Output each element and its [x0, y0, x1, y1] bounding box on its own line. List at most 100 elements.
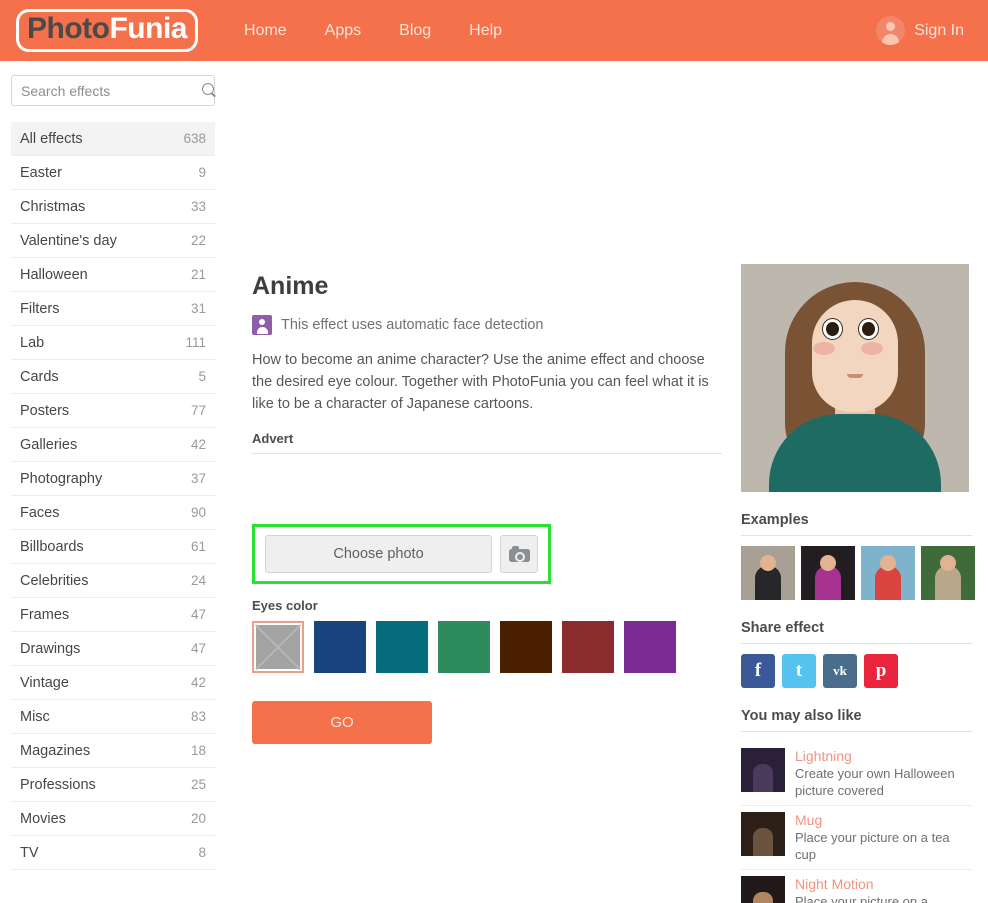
sidebar-item-count: 22	[190, 233, 206, 248]
eyes-color-none[interactable]	[252, 621, 304, 673]
eyes-color-label: Eyes color	[252, 598, 318, 613]
eyes-color-teal[interactable]	[376, 621, 428, 673]
sidebar-item-valentine-s-day[interactable]: Valentine's day 22	[11, 224, 215, 258]
nav-item-apps[interactable]: Apps	[325, 0, 361, 61]
recommendation-thumbnail	[741, 748, 785, 792]
sidebar-item-lab[interactable]: Lab 111	[11, 326, 215, 360]
sidebar-item-filters[interactable]: Filters 31	[11, 292, 215, 326]
swatch-fill	[256, 625, 300, 669]
sidebar-item-count: 37	[190, 471, 206, 486]
recommendation-description: Create your own Halloween picture covere…	[795, 766, 955, 798]
recommendation-item[interactable]: Lightning Create your own Halloween pictu…	[741, 742, 972, 806]
example-thumbnail[interactable]	[921, 546, 975, 600]
twitter-icon[interactable]: t	[782, 654, 816, 688]
swatch-fill	[438, 621, 490, 673]
sign-in-label: Sign In	[914, 21, 964, 39]
eyes-color-swatches	[252, 621, 727, 673]
recommendation-description: Place your picture on a tea cup	[795, 830, 950, 862]
recommendation-item[interactable]: Night MotionPlace your picture on a bill…	[741, 870, 972, 903]
recommendation-title[interactable]: Lightning	[795, 748, 972, 765]
sidebar-item-label: Professions	[20, 776, 96, 793]
right-sidebar: Examples Share effect f t vk p You may also…	[741, 61, 988, 903]
eyes-color-dark-red[interactable]	[562, 621, 614, 673]
sign-in-button[interactable]: Sign In	[876, 16, 964, 45]
sidebar-item-halloween[interactable]: Halloween 21	[11, 258, 215, 292]
sidebar-item-vintage[interactable]: Vintage 42	[11, 666, 215, 700]
nav-item-blog[interactable]: Blog	[399, 0, 431, 61]
sidebar-item-count: 42	[190, 437, 206, 452]
choose-photo-button[interactable]: Choose photo	[265, 535, 492, 573]
sidebar-item-tv[interactable]: TV 8	[11, 836, 215, 870]
sidebar-item-label: Magazines	[20, 742, 91, 759]
sidebar-item-count: 111	[185, 335, 206, 350]
sidebar-item-label: Movies	[20, 810, 66, 827]
nav-item-help[interactable]: Help	[469, 0, 502, 61]
sidebar-item-movies[interactable]: Movies 20	[11, 802, 215, 836]
page-body: All effects 638 Easter 9 Christmas 33 Valentin…	[0, 61, 988, 903]
eyes-color-purple[interactable]	[624, 621, 676, 673]
sidebar-item-billboards[interactable]: Billboards 61	[11, 530, 215, 564]
examples-title: Examples	[741, 512, 972, 536]
photofunia-logo[interactable]: PhotoFunia	[16, 9, 198, 52]
sidebar-item-frames[interactable]: Frames 47	[11, 598, 215, 632]
webcam-button[interactable]	[500, 535, 538, 573]
sidebar-item-label: All effects	[20, 130, 83, 147]
pinterest-icon[interactable]: p	[864, 654, 898, 688]
sidebar-item-photography[interactable]: Photography 37	[11, 462, 215, 496]
site-header: PhotoFunia Home Apps Blog Help Sign In	[0, 0, 988, 61]
eyes-color-blue[interactable]	[314, 621, 366, 673]
sidebar-item-label: Filters	[20, 300, 60, 317]
sidebar-item-count: 5	[198, 369, 206, 384]
sidebar-item-count: 21	[190, 267, 206, 282]
sidebar-item-galleries[interactable]: Galleries 42	[11, 428, 215, 462]
sidebar-item-count: 9	[198, 165, 206, 180]
sidebar-item-count: 24	[190, 573, 206, 588]
sidebar-item-count: 83	[190, 709, 206, 724]
sidebar-item-misc[interactable]: Misc 83	[11, 700, 215, 734]
category-list: All effects 638 Easter 9 Christmas 33 Valentin…	[11, 122, 215, 870]
logo-text-funia: Funia	[109, 12, 187, 46]
sidebar-item-count: 33	[190, 199, 206, 214]
sidebar-item-professions[interactable]: Professions 25	[11, 768, 215, 802]
eyes-color-brown[interactable]	[500, 621, 552, 673]
sidebar-item-celebrities[interactable]: Celebrities 24	[11, 564, 215, 598]
recommendation-title[interactable]: Night Motion	[795, 876, 972, 893]
user-avatar-icon	[876, 16, 906, 45]
example-thumbnail[interactable]	[861, 546, 915, 600]
nav-item-home[interactable]: Home	[244, 0, 287, 61]
effect-description: How to become an anime character? Use th…	[252, 352, 709, 412]
sidebar-item-label: Faces	[20, 504, 60, 521]
vk-icon[interactable]: vk	[823, 654, 857, 688]
sidebar-item-faces[interactable]: Faces 90	[11, 496, 215, 530]
eyes-color-green[interactable]	[438, 621, 490, 673]
recommendation-thumbnail	[741, 812, 785, 856]
sidebar-item-label: Billboards	[20, 538, 84, 555]
sidebar-item-count: 90	[190, 505, 206, 520]
recommendation-title[interactable]: Mug	[795, 812, 972, 829]
swatch-fill	[314, 621, 366, 673]
sidebar-item-magazines[interactable]: Magazines 18	[11, 734, 215, 768]
also-like-title: You may also like	[741, 708, 972, 732]
search-icon	[202, 83, 217, 98]
go-button[interactable]: GO	[252, 701, 432, 744]
sidebar-item-cards[interactable]: Cards 5	[11, 360, 215, 394]
recommendation-item[interactable]: Mug Place your picture on a tea cup	[741, 806, 972, 870]
sidebar-item-christmas[interactable]: Christmas 33	[11, 190, 215, 224]
example-thumbnail[interactable]	[801, 546, 855, 600]
search-box[interactable]	[11, 75, 215, 106]
share-title: Share effect	[741, 620, 972, 644]
sidebar-item-label: Posters	[20, 402, 70, 419]
sidebar-item-label: TV	[20, 844, 39, 861]
example-thumbnail[interactable]	[741, 546, 795, 600]
search-input[interactable]	[21, 82, 202, 99]
sidebar-item-all-effects[interactable]: All effects 638	[11, 122, 215, 156]
sidebar-item-drawings[interactable]: Drawings 47	[11, 632, 215, 666]
sidebar-item-posters[interactable]: Posters 77	[11, 394, 215, 428]
facebook-icon[interactable]: f	[741, 654, 775, 688]
sidebar-item-count: 47	[190, 641, 206, 656]
examples-list	[741, 546, 975, 600]
sidebar-item-label: Celebrities	[20, 572, 89, 589]
sidebar-item-count: 638	[183, 131, 206, 146]
advert-label: Advert	[252, 431, 722, 454]
sidebar-item-easter[interactable]: Easter 9	[11, 156, 215, 190]
